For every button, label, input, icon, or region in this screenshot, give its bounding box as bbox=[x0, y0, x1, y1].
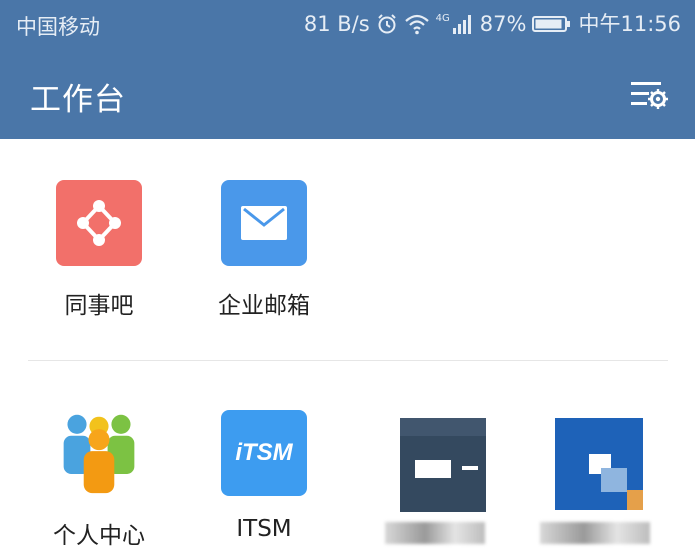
obscured-app-icon bbox=[555, 418, 643, 510]
alarm-icon bbox=[377, 14, 396, 34]
clock: 中午11:56 bbox=[578, 12, 681, 36]
app-header: 中国移动 81 B/s 4G 87% 中午11:56 工作台 bbox=[0, 0, 695, 139]
carrier-name: 中国移动 bbox=[16, 15, 100, 39]
app-tile-obscured-1[interactable] bbox=[385, 410, 495, 548]
app-label: ITSM bbox=[236, 516, 292, 542]
network-speed: 81 B/s bbox=[303, 12, 370, 36]
app-tile-mail[interactable]: 企业邮箱 bbox=[189, 180, 339, 320]
app-label: 同事吧 bbox=[64, 293, 134, 319]
itsm-logo-icon: iTSM bbox=[221, 410, 307, 496]
status-bar: 中国移动 81 B/s 4G 87% 中午11:56 bbox=[0, 0, 695, 50]
battery-icon bbox=[532, 16, 571, 32]
mail-icon bbox=[221, 180, 307, 266]
cell-signal-icon: 4G bbox=[436, 14, 474, 34]
app-label: 个人中心 bbox=[53, 523, 145, 548]
app-label: 企业邮箱 bbox=[218, 293, 310, 319]
network-type: 4G bbox=[435, 13, 450, 24]
app-tile-obscured-2[interactable] bbox=[540, 410, 670, 548]
colleague-hub-icon bbox=[56, 180, 142, 266]
obscured-label bbox=[540, 522, 650, 544]
people-group-icon bbox=[56, 410, 142, 496]
battery-percent: 87% bbox=[479, 12, 527, 36]
itsm-logo-text: iTSM bbox=[235, 439, 293, 466]
obscured-label bbox=[385, 522, 485, 544]
obscured-app-icon bbox=[400, 418, 486, 512]
settings-menu-icon[interactable] bbox=[630, 78, 668, 112]
status-right-group: 81 B/s 4G 87% 中午11:56 bbox=[304, 11, 681, 37]
app-tile-colleague[interactable]: 同事吧 bbox=[24, 180, 174, 320]
app-tile-personal-center[interactable]: 个人中心 bbox=[24, 410, 174, 548]
page-title: 工作台 bbox=[30, 82, 126, 118]
section-divider bbox=[28, 360, 668, 361]
wifi-icon bbox=[404, 14, 429, 35]
app-tile-itsm[interactable]: iTSM ITSM bbox=[189, 410, 339, 542]
